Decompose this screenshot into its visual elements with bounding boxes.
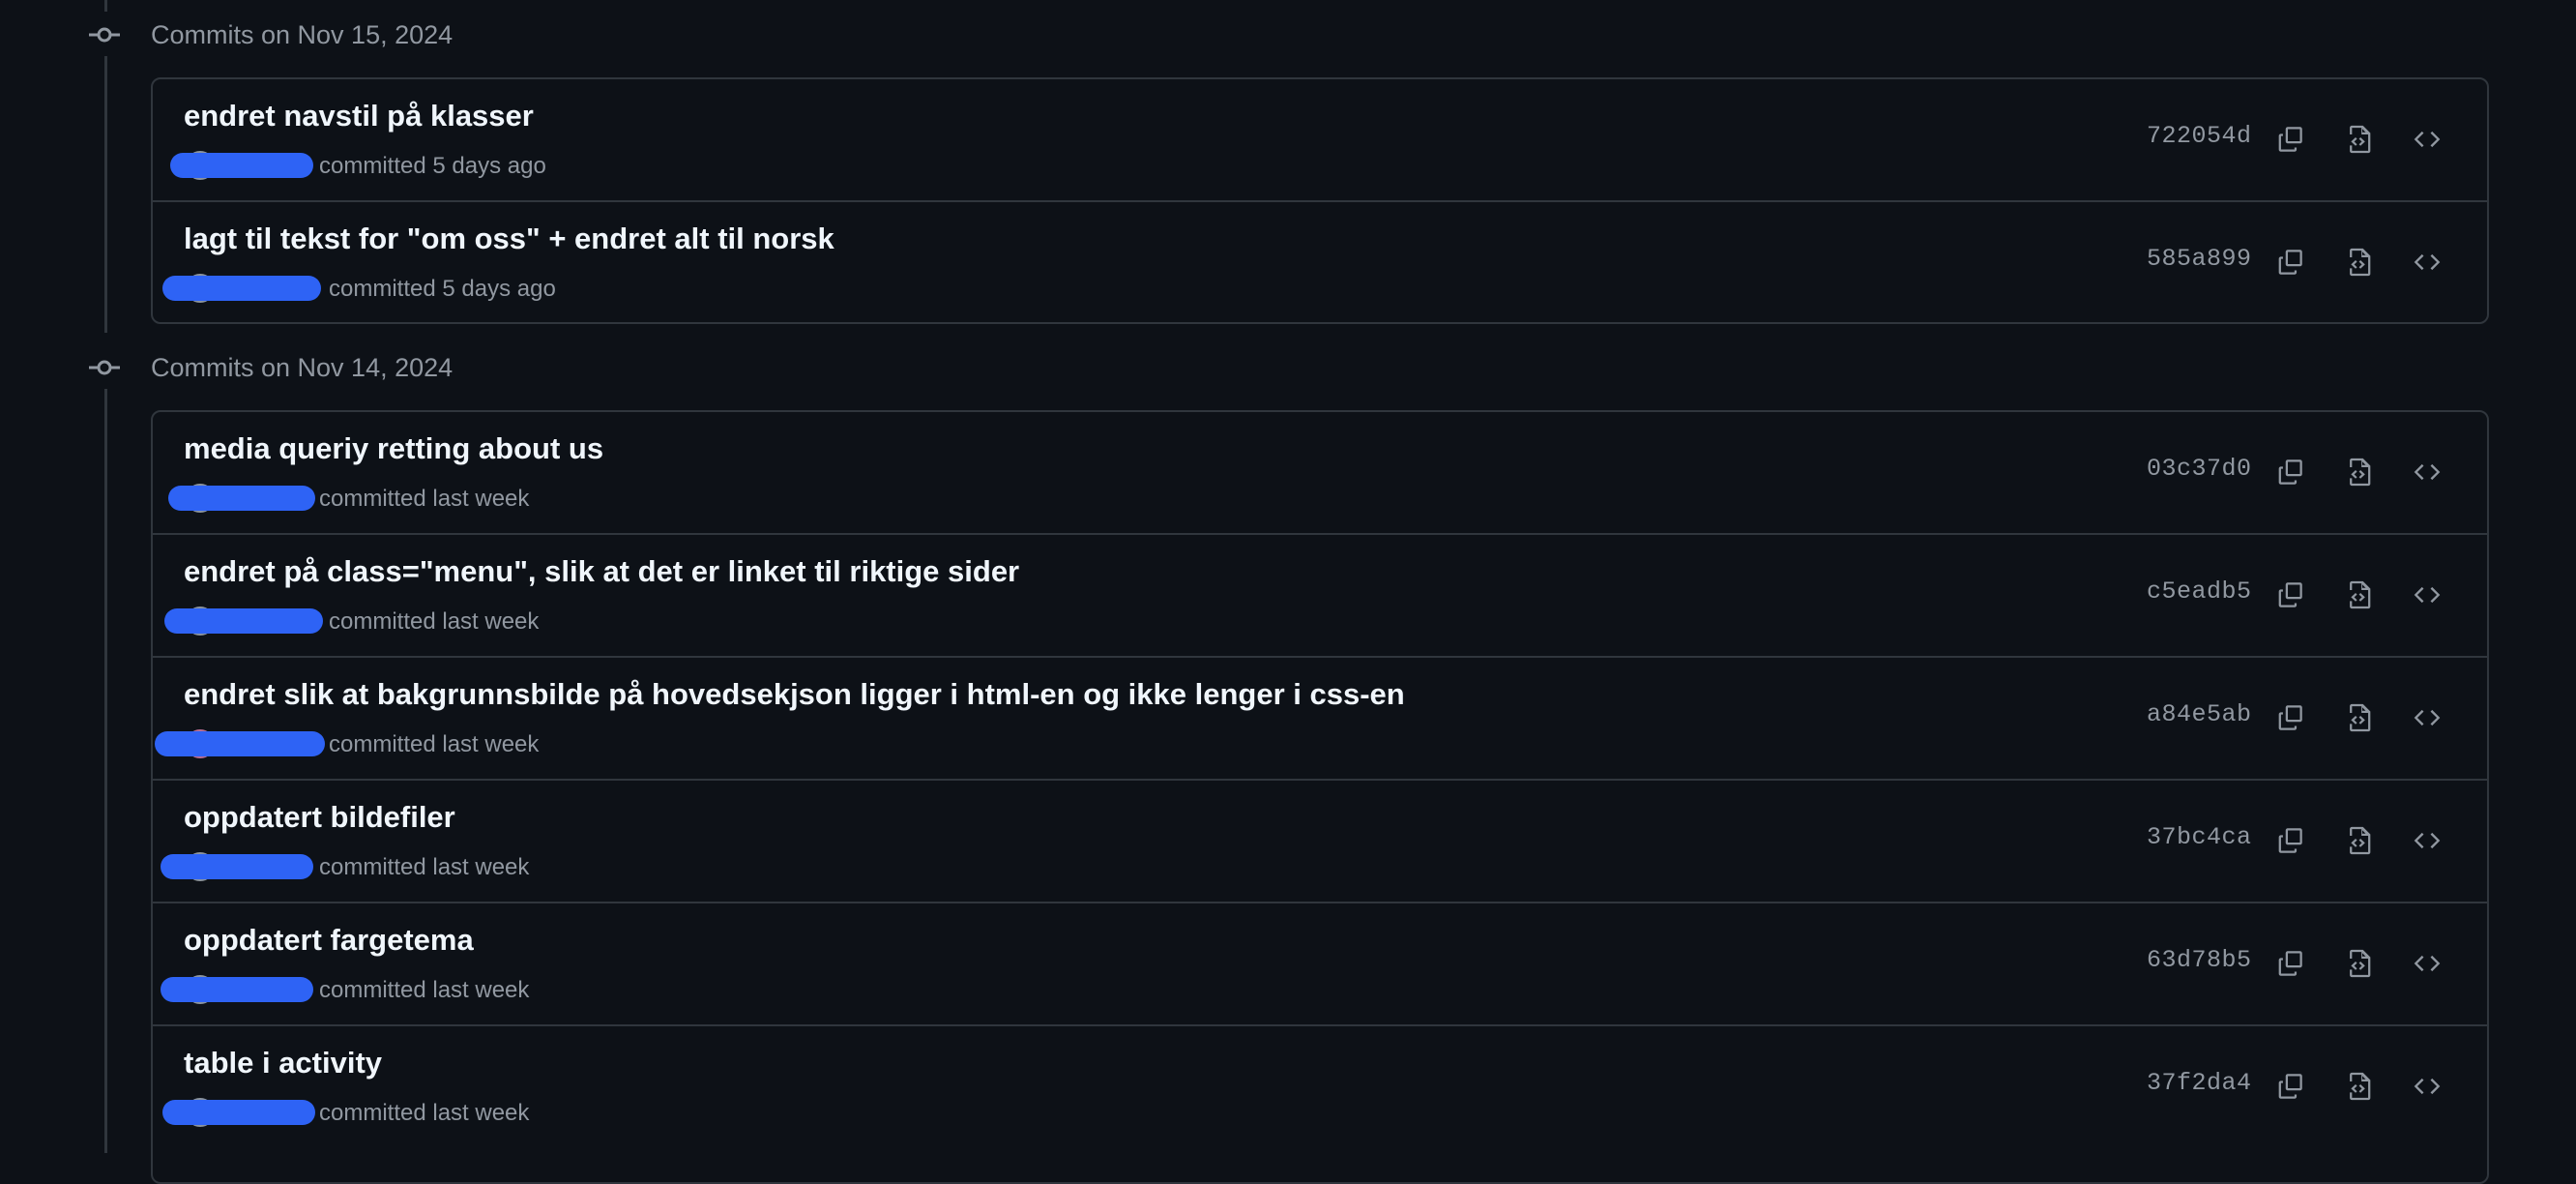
redacted-author-name <box>170 153 313 178</box>
code-icon <box>2414 586 2441 604</box>
commit-message-link[interactable]: endret på class="menu", slik at det er l… <box>184 554 1019 589</box>
commit-sha-link[interactable]: 722054d <box>2147 122 2252 150</box>
copy-icon <box>2278 1074 2302 1099</box>
commit-row: media queriy retting about us committed … <box>153 412 2487 533</box>
redacted-author-name <box>155 731 325 756</box>
commit-time: committed 5 days ago <box>329 276 556 302</box>
view-commit-details-button[interactable] <box>2336 239 2383 285</box>
commit-sha-link[interactable]: 585a899 <box>2147 245 2252 273</box>
commit-time: committed 5 days ago <box>319 153 546 179</box>
browse-repository-button[interactable] <box>2404 817 2450 864</box>
file-code-icon <box>2350 949 2371 978</box>
code-icon <box>2414 832 2441 849</box>
redacted-author-name <box>161 854 313 879</box>
code-icon <box>2414 709 2441 726</box>
timeline-line <box>104 0 107 12</box>
copy-sha-button[interactable] <box>2267 116 2313 163</box>
view-commit-details-button[interactable] <box>2336 940 2383 987</box>
copy-sha-button[interactable] <box>2267 695 2313 741</box>
copy-icon <box>2278 951 2302 976</box>
browse-repository-button[interactable] <box>2404 572 2450 618</box>
commit-time: committed last week <box>319 977 530 1003</box>
view-commit-details-button[interactable] <box>2336 695 2383 741</box>
copy-icon <box>2278 127 2302 152</box>
commit-time: committed last week <box>329 608 540 635</box>
commit-time: committed last week <box>329 731 540 757</box>
redacted-author-name <box>168 486 315 511</box>
copy-icon <box>2278 582 2302 607</box>
view-commit-details-button[interactable] <box>2336 572 2383 618</box>
commit-row: endret slik at bakgrunnsbilde på hovedse… <box>153 656 2487 779</box>
commit-row: oppdatert fargetema committed last week … <box>153 902 2487 1024</box>
commit-message-link[interactable]: oppdatert bildefiler <box>184 800 455 835</box>
copy-icon <box>2278 250 2302 275</box>
redacted-author-name <box>162 1100 315 1125</box>
browse-repository-button[interactable] <box>2404 695 2450 741</box>
code-icon <box>2414 1078 2441 1095</box>
commit-row: oppdatert bildefiler committed last week… <box>153 779 2487 902</box>
commit-time: committed last week <box>319 854 530 880</box>
commit-group-date: Commits on Nov 15, 2024 <box>151 19 454 49</box>
git-commit-icon <box>85 17 124 52</box>
copy-icon <box>2278 828 2302 853</box>
commit-row: endret på class="menu", slik at det er l… <box>153 533 2487 656</box>
copy-sha-button[interactable] <box>2267 940 2313 987</box>
commit-group-header: Commits on Nov 14, 2024 <box>85 350 453 385</box>
copy-icon <box>2278 705 2302 730</box>
code-icon <box>2414 253 2441 271</box>
view-commit-details-button[interactable] <box>2336 116 2383 163</box>
file-code-icon <box>2350 826 2371 855</box>
commit-list: media queriy retting about us committed … <box>151 410 2489 1184</box>
view-commit-details-button[interactable] <box>2336 817 2383 864</box>
code-icon <box>2414 955 2441 972</box>
commit-row: lagt til tekst for "om oss" + endret alt… <box>153 200 2487 322</box>
browse-repository-button[interactable] <box>2404 1063 2450 1110</box>
commit-message-link[interactable]: oppdatert fargetema <box>184 923 474 958</box>
file-code-icon <box>2350 580 2371 609</box>
commit-message-link[interactable]: lagt til tekst for "om oss" + endret alt… <box>184 222 834 256</box>
browse-repository-button[interactable] <box>2404 116 2450 163</box>
copy-sha-button[interactable] <box>2267 817 2313 864</box>
commit-group-header: Commits on Nov 15, 2024 <box>85 17 453 52</box>
commit-row: endret navstil på klasser committed 5 da… <box>153 79 2487 200</box>
browse-repository-button[interactable] <box>2404 449 2450 495</box>
git-commit-icon <box>85 350 124 385</box>
view-commit-details-button[interactable] <box>2336 1063 2383 1110</box>
file-code-icon <box>2350 1072 2371 1101</box>
commit-sha-link[interactable]: 37f2da4 <box>2147 1069 2252 1097</box>
file-code-icon <box>2350 458 2371 487</box>
commit-sha-link[interactable]: c5eadb5 <box>2147 577 2252 606</box>
commit-sha-link[interactable]: 63d78b5 <box>2147 946 2252 974</box>
commit-message-link[interactable]: endret navstil på klasser <box>184 99 534 133</box>
copy-sha-button[interactable] <box>2267 449 2313 495</box>
timeline-line <box>104 389 107 1153</box>
file-code-icon <box>2350 248 2371 277</box>
browse-repository-button[interactable] <box>2404 239 2450 285</box>
commit-message-link[interactable]: media queriy retting about us <box>184 431 603 466</box>
timeline-line <box>104 56 107 333</box>
commit-time: committed last week <box>319 1100 530 1126</box>
code-icon <box>2414 463 2441 481</box>
commit-message-link[interactable]: table i activity <box>184 1046 382 1080</box>
copy-sha-button[interactable] <box>2267 572 2313 618</box>
commit-sha-link[interactable]: a84e5ab <box>2147 700 2252 728</box>
commit-list: endret navstil på klasser committed 5 da… <box>151 77 2489 324</box>
code-icon <box>2414 131 2441 148</box>
view-commit-details-button[interactable] <box>2336 449 2383 495</box>
copy-icon <box>2278 459 2302 485</box>
file-code-icon <box>2350 125 2371 154</box>
browse-repository-button[interactable] <box>2404 940 2450 987</box>
commit-time: committed last week <box>319 486 530 512</box>
redacted-author-name <box>164 608 323 634</box>
redacted-author-name <box>161 977 313 1002</box>
copy-sha-button[interactable] <box>2267 239 2313 285</box>
commit-sha-link[interactable]: 37bc4ca <box>2147 823 2252 851</box>
commit-group-date: Commits on Nov 14, 2024 <box>151 352 454 382</box>
commit-sha-link[interactable]: 03c37d0 <box>2147 455 2252 483</box>
commit-row: table i activity committed last week 37f… <box>153 1024 2487 1147</box>
commit-message-link[interactable]: endret slik at bakgrunnsbilde på hovedse… <box>184 677 1405 712</box>
copy-sha-button[interactable] <box>2267 1063 2313 1110</box>
file-code-icon <box>2350 703 2371 732</box>
redacted-author-name <box>162 276 321 301</box>
